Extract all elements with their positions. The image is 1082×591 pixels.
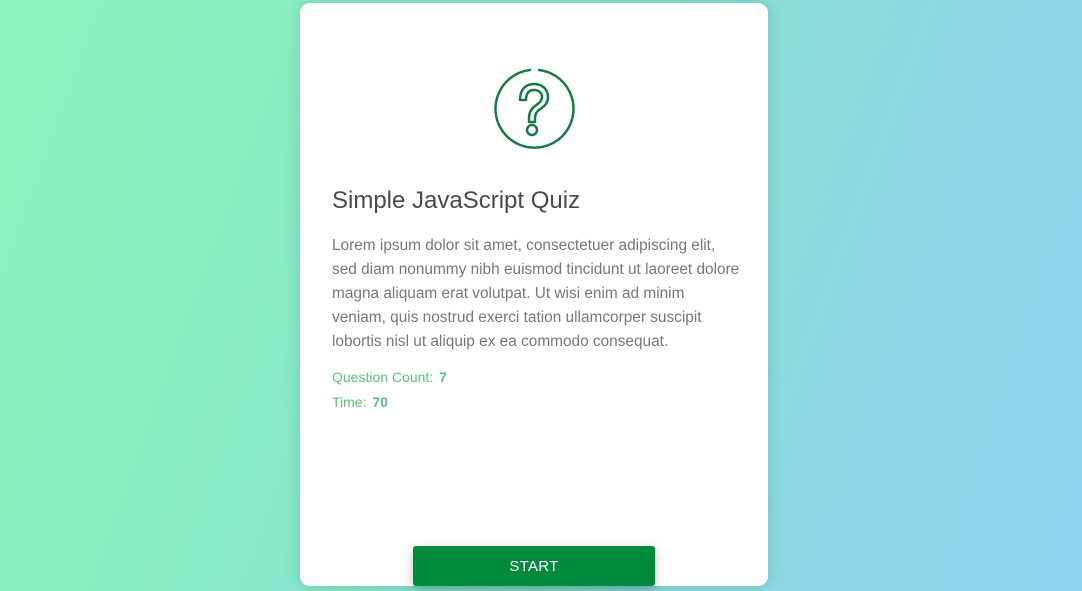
- question-mark-circle-icon: [494, 68, 575, 149]
- time-value: 70: [372, 394, 388, 410]
- quiz-title: Simple JavaScript Quiz: [332, 187, 581, 214]
- quiz-time: Time: 70: [332, 394, 388, 410]
- question-count-label: Question Count:: [332, 369, 434, 385]
- quiz-card: Simple JavaScript Quiz Lorem ipsum dolor…: [300, 3, 768, 586]
- time-label: Time:: [332, 394, 367, 410]
- start-button[interactable]: START: [413, 546, 655, 586]
- quiz-description: Lorem ipsum dolor sit amet, consectetuer…: [332, 237, 740, 350]
- question-count: Question Count: 7: [332, 369, 447, 385]
- question-count-value: 7: [439, 369, 447, 385]
